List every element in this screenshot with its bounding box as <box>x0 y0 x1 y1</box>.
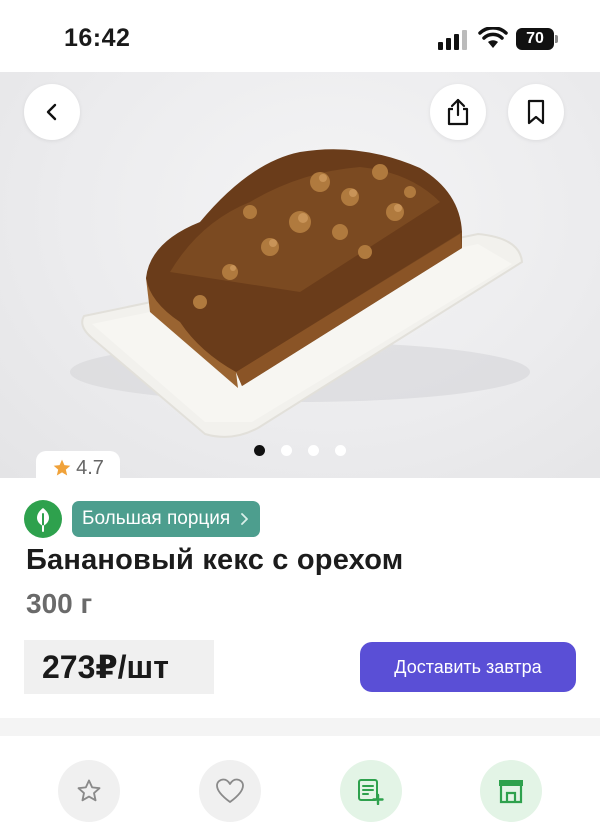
carousel-dot[interactable] <box>254 445 265 456</box>
share-button[interactable] <box>430 84 486 140</box>
eco-badge[interactable] <box>24 500 62 538</box>
status-bar: 16:42 70 <box>0 0 600 72</box>
product-photo <box>70 149 530 438</box>
rate-button[interactable] <box>58 760 120 822</box>
signal-icon <box>438 30 467 50</box>
rating-value: 4.7 <box>76 456 104 479</box>
product-weight: 300 г <box>26 588 93 619</box>
carousel-dot[interactable] <box>308 445 319 456</box>
carousel-dot[interactable] <box>281 445 292 456</box>
star-icon <box>53 459 71 476</box>
section-divider <box>0 718 600 736</box>
chevron-right-icon <box>241 513 249 525</box>
back-icon <box>46 103 57 121</box>
favorite-button[interactable] <box>199 760 261 822</box>
action-row <box>0 736 600 822</box>
portion-chip[interactable]: Большая порция <box>72 501 261 537</box>
wifi-icon <box>478 27 508 48</box>
share-icon <box>447 98 469 126</box>
back-button[interactable] <box>24 84 80 140</box>
bookmark-icon <box>527 99 545 125</box>
price-value: 273₽/шт <box>42 649 169 685</box>
portion-label: Большая порция <box>82 508 231 529</box>
product-image-carousel[interactable] <box>0 72 600 478</box>
store-button[interactable] <box>480 760 542 822</box>
heart-icon <box>216 778 244 803</box>
product-info: Большая порция Банановый кекс с орехом 3… <box>0 478 600 718</box>
battery-icon: 70 <box>516 28 558 50</box>
carousel-indicator <box>254 445 346 456</box>
star-icon <box>77 779 101 802</box>
add-to-list-button[interactable] <box>340 760 402 822</box>
store-icon <box>499 780 523 804</box>
add-to-list-icon <box>358 779 384 805</box>
price-tag: 273₽/шт <box>19 640 219 694</box>
status-time: 16:42 <box>64 24 131 52</box>
battery-level: 70 <box>526 30 544 47</box>
leaf-icon <box>37 508 49 532</box>
deliver-tomorrow-button[interactable]: Доставить завтра <box>360 642 576 692</box>
bookmark-button[interactable] <box>508 84 564 140</box>
carousel-dot[interactable] <box>335 445 346 456</box>
product-title: Банановый кекс с орехом <box>26 544 404 576</box>
